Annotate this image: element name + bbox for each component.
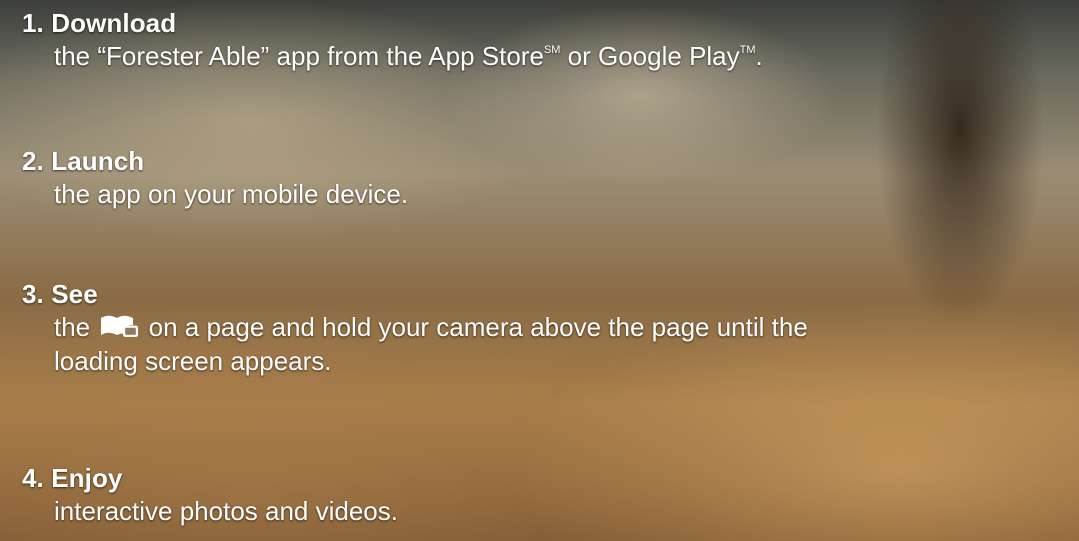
step-description-text-2: or Google Play bbox=[560, 41, 740, 71]
step-description: the on a page and hold your camera above… bbox=[54, 310, 1072, 378]
instructions: 1. Download the “Forester Able” app from… bbox=[0, 0, 1079, 541]
book-and-phone-icon bbox=[99, 313, 139, 339]
service-mark: SM bbox=[543, 44, 561, 56]
step-enjoy: 4. Enjoy interactive photos and videos. bbox=[22, 462, 1072, 528]
step-description-text-2: on a page and hold your camera above the… bbox=[148, 312, 808, 342]
step-title: 1. Download bbox=[22, 8, 177, 38]
step-launch: 2. Launch the app on your mobile device. bbox=[22, 145, 1072, 211]
step-title: 2. Launch bbox=[22, 146, 145, 176]
step-description-text: the bbox=[54, 312, 91, 342]
step-description-period: . bbox=[755, 41, 763, 71]
step-see: 3. See the on a page and hold your camer… bbox=[22, 278, 1072, 378]
step-description-line-2: loading screen appears. bbox=[54, 346, 332, 376]
step-title: 4. Enjoy bbox=[22, 463, 123, 493]
step-download: 1. Download the “Forester Able” app from… bbox=[22, 7, 1072, 79]
step-description: the app on your mobile device. bbox=[54, 179, 409, 209]
step-description: interactive photos and videos. bbox=[54, 496, 398, 526]
step-title: 3. See bbox=[22, 279, 98, 309]
step-description-text: the “Forester Able” app from the App Sto… bbox=[54, 41, 544, 71]
step-description: the “Forester Able” app from the App Sto… bbox=[54, 39, 1072, 79]
trademark-mark: TM bbox=[739, 44, 756, 56]
